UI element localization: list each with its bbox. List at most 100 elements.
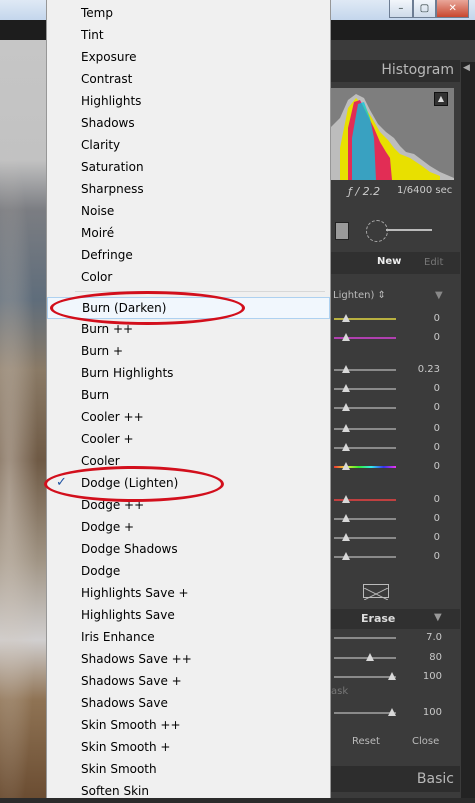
menu-item-label: Highlights Save + [81, 586, 189, 600]
slider-row[interactable]: 0 [330, 311, 460, 327]
highlight-clipping-icon[interactable]: ▲ [434, 92, 448, 106]
menu-item[interactable]: ✓ Dodge (Lighten) [47, 473, 330, 495]
menu-item-label: Dodge + [81, 520, 135, 534]
menu-item[interactable]: Dodge Shadows [47, 539, 330, 561]
menu-item[interactable]: Burn Highlights [47, 363, 330, 385]
menu-item-label: Burn Highlights [81, 366, 174, 380]
menu-item[interactable]: Exposure [47, 47, 330, 69]
brush-collapse-icon[interactable]: ▼ [434, 612, 442, 623]
menu-item[interactable]: Temp [47, 3, 330, 25]
menu-item[interactable]: Skin Smooth [47, 759, 330, 781]
minimize-button[interactable]: – [389, 0, 413, 18]
basic-panel-header[interactable]: Basic [330, 766, 460, 792]
menu-item[interactable]: Burn ++ [47, 319, 330, 341]
menu-item[interactable]: Shadows Save + [47, 671, 330, 693]
menu-item[interactable]: Sharpness [47, 179, 330, 201]
menu-item-label: Burn ++ [81, 322, 134, 336]
menu-item[interactable]: Highlights [47, 91, 330, 113]
close-window-button[interactable]: ✕ [436, 0, 469, 18]
photo-preview[interactable] [0, 40, 46, 798]
color-swatch-icon[interactable] [363, 584, 389, 601]
slider-row[interactable]: 0 [330, 330, 460, 346]
menu-item-label: Shadows Save ++ [81, 652, 192, 666]
menu-item-label: Moiré [81, 226, 115, 240]
brush-feather-slider[interactable]: 80 [330, 650, 460, 666]
erase-brush-tab[interactable]: Erase [361, 612, 395, 625]
menu-item[interactable]: Soften Skin [47, 781, 330, 803]
menu-item-label: Clarity [81, 138, 121, 152]
brush-flow-slider[interactable]: 100 [330, 669, 460, 685]
menu-item[interactable]: Shadows [47, 113, 330, 135]
menu-separator [75, 291, 325, 292]
menu-item[interactable]: Contrast [47, 69, 330, 91]
menu-item[interactable]: Dodge + [47, 517, 330, 539]
slider-row[interactable]: 0 [330, 511, 460, 527]
menu-item-label: Dodge ++ [81, 498, 145, 512]
menu-item[interactable]: Dodge ++ [47, 495, 330, 517]
menu-item[interactable]: Burn + [47, 341, 330, 363]
menu-item-label: Saturation [81, 160, 144, 174]
mask-edit-button[interactable]: Edit [424, 257, 443, 268]
menu-item-label: Skin Smooth ++ [81, 718, 181, 732]
menu-item[interactable]: Shadows Save [47, 693, 330, 715]
checkmark-icon: ✓ [56, 475, 67, 490]
slider-row[interactable]: 0 [330, 400, 460, 416]
slider-row[interactable]: 0.23 [330, 362, 460, 378]
menu-item[interactable]: Iris Enhance [47, 627, 330, 649]
menu-item[interactable]: Highlights Save + [47, 583, 330, 605]
menu-item[interactable]: Skin Smooth + [47, 737, 330, 759]
brush-density-slider[interactable]: 100 [330, 705, 460, 721]
menu-item[interactable]: Skin Smooth ++ [47, 715, 330, 737]
effect-collapse-icon[interactable]: ▼ [435, 290, 443, 301]
menu-item-label: Highlights [81, 94, 142, 108]
aperture-value: ƒ / 2.2 [348, 185, 381, 198]
brush-size-slider[interactable]: 7.0 [330, 630, 460, 646]
menu-item[interactable]: Shadows Save ++ [47, 649, 330, 671]
menu-item-label: Burn [81, 388, 110, 402]
reset-button[interactable]: Reset [352, 736, 380, 747]
window-controls: – ▢ ✕ [389, 0, 469, 18]
slider-row[interactable]: 0 [330, 492, 460, 508]
menu-item-label: Tint [81, 28, 104, 42]
brush-tool-icon[interactable] [366, 220, 388, 242]
menu-item-label: Dodge [81, 564, 121, 578]
menu-item[interactable]: Moiré [47, 223, 330, 245]
collapse-arrow-icon[interactable]: ◀ [463, 63, 473, 77]
menu-item[interactable]: Noise [47, 201, 330, 223]
menu-item-label: Dodge (Lighten) [81, 476, 179, 490]
shutter-value: 1/6400 sec [397, 185, 453, 196]
menu-item-label: Shadows Save + [81, 674, 182, 688]
slider-row[interactable]: 0 [330, 530, 460, 546]
menu-item[interactable]: Cooler [47, 451, 330, 473]
menu-item[interactable]: Tint [47, 25, 330, 47]
menu-item[interactable]: Clarity [47, 135, 330, 157]
slider-row[interactable]: 0 [330, 381, 460, 397]
menu-item-label: Shadows [81, 116, 135, 130]
effect-dropdown-value[interactable]: Lighten) ⇕ [333, 290, 386, 301]
menu-item[interactable]: Color [47, 267, 330, 289]
menu-item[interactable]: Burn [47, 385, 330, 407]
menu-item-label: Cooler + [81, 432, 134, 446]
maximize-button[interactable]: ▢ [412, 0, 437, 18]
menu-item[interactable]: Burn (Darken) [47, 297, 330, 319]
close-button[interactable]: Close [412, 736, 439, 747]
slider-row[interactable]: 0 [330, 421, 460, 437]
menu-item-label: Sharpness [81, 182, 144, 196]
menu-item[interactable]: Cooler ++ [47, 407, 330, 429]
menu-item[interactable]: Dodge [47, 561, 330, 583]
panel-scrollbar[interactable] [461, 62, 475, 798]
menu-item[interactable]: Cooler + [47, 429, 330, 451]
menu-item[interactable]: Defringe [47, 245, 330, 267]
menu-item-label: Burn + [81, 344, 124, 358]
menu-item-label: Noise [81, 204, 115, 218]
tool-swatch-icon[interactable] [335, 222, 349, 240]
menu-item[interactable]: Highlights Save [47, 605, 330, 627]
menu-item[interactable]: Saturation [47, 157, 330, 179]
slider-row[interactable]: 0 [330, 440, 460, 456]
menu-item-label: Skin Smooth + [81, 740, 171, 754]
slider-row[interactable]: 0 [330, 459, 460, 475]
histogram-header[interactable]: Histogram [330, 60, 460, 82]
mask-new-button[interactable]: New [377, 256, 401, 267]
menu-item-label: Shadows Save [81, 696, 168, 710]
slider-row[interactable]: 0 [330, 549, 460, 565]
